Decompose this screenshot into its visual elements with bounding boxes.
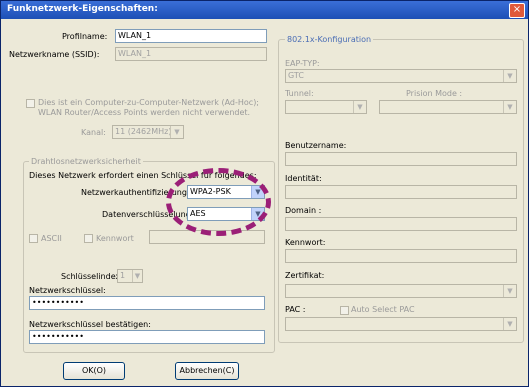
chevron-down-icon: ▼ <box>503 318 516 330</box>
kanal-label: Kanal: <box>81 128 106 137</box>
adhoc-label-line2: WLAN Router/Access Points werden nicht v… <box>38 108 251 117</box>
kanal-value: 11 (2462MHz) <box>115 127 172 136</box>
eap-typ-value: GTC <box>288 71 304 80</box>
benutzername-label: Benutzername: <box>285 141 347 150</box>
eap-kennwort-label: Kennwort: <box>285 238 326 247</box>
pac-select[interactable]: ▼ <box>285 317 517 331</box>
title-bar[interactable]: Funknetzwerk-Eigenschaften: × <box>1 1 528 19</box>
zertifikat-select[interactable]: ▼ <box>285 284 517 298</box>
chevron-down-icon: ▼ <box>353 101 366 113</box>
chevron-down-icon: ▼ <box>503 285 516 297</box>
kanal-select[interactable]: 11 (2462MHz) ▼ <box>112 125 184 139</box>
profilname-label: Profilname: <box>62 32 108 41</box>
key-input[interactable]: ••••••••••• <box>29 296 265 310</box>
schluesselindex-select[interactable]: 1 ▼ <box>117 269 143 283</box>
kennwort-checkbox[interactable] <box>84 234 93 243</box>
chevron-down-icon: ▼ <box>503 101 516 113</box>
ascii-checkbox[interactable] <box>29 234 38 243</box>
ssid-input[interactable]: WLAN_1 <box>115 47 267 61</box>
eap-typ-label: EAP-TYP: <box>285 59 320 68</box>
pac-label: PAC : <box>285 305 306 314</box>
dialog-window: Funknetzwerk-Eigenschaften: × Profilname… <box>0 0 529 387</box>
zertifikat-label: Zertifikat: <box>285 271 325 280</box>
auto-pac-checkbox[interactable] <box>340 306 349 315</box>
adhoc-label-line1: Dies ist ein Computer-zu-Computer-Netzwe… <box>38 98 260 107</box>
prision-mode-select[interactable]: ▼ <box>379 100 517 114</box>
auto-pac-label: Auto Select PAC <box>351 305 415 314</box>
cancel-button[interactable]: Abbrechen(C) <box>175 362 239 380</box>
tunnel-label: Tunnel: <box>285 89 314 98</box>
chevron-down-icon: ▼ <box>132 270 142 282</box>
identitaet-label: Identität: <box>285 174 322 183</box>
profilname-input[interactable]: WLAN_1 <box>115 29 267 43</box>
benutzername-input[interactable] <box>285 152 517 166</box>
tunnel-select[interactable]: ▼ <box>285 100 367 114</box>
ok-button[interactable]: OK(O) <box>63 362 125 380</box>
close-icon[interactable]: × <box>509 3 525 18</box>
window-title: Funknetzwerk-Eigenschaften: <box>7 4 158 14</box>
highlight-ellipse <box>166 168 271 236</box>
key-confirm-label: Netzwerkschlüssel bestätigen: <box>29 320 151 329</box>
key-label: Netzwerkschlüssel: <box>29 286 106 295</box>
ssid-label: Netzwerkname (SSID): <box>9 50 100 59</box>
eap-kennwort-input[interactable] <box>285 249 517 263</box>
kennwort-checkbox-label: Kennwort <box>96 234 134 243</box>
eap-group-title: 802.1x-Konfiguration <box>285 35 374 44</box>
prision-mode-label: Prision Mode : <box>406 89 463 98</box>
ascii-label: ASCII <box>41 234 62 243</box>
adhoc-checkbox[interactable] <box>26 99 35 108</box>
schluesselindex-label: Schlüsselindex: <box>61 272 123 281</box>
identitaet-input[interactable] <box>285 185 517 199</box>
chevron-down-icon: ▼ <box>503 70 516 82</box>
schluesselindex-value: 1 <box>120 271 126 280</box>
key-confirm-input[interactable]: ••••••••••• <box>29 330 265 344</box>
chevron-down-icon: ▼ <box>170 126 183 138</box>
domain-input[interactable] <box>285 217 517 231</box>
domain-label: Domain : <box>285 206 322 215</box>
security-group-title: Drahtlosnetzwerksicherheit <box>29 157 143 166</box>
eap-typ-select[interactable]: GTC ▼ <box>285 69 517 83</box>
